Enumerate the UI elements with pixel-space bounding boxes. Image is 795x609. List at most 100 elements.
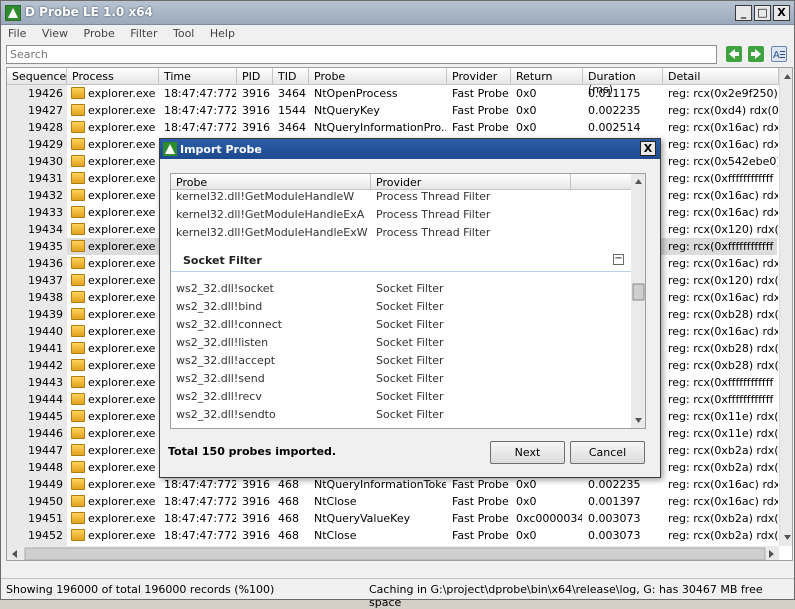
dialog-title-bar[interactable]: Import Probe X	[160, 139, 660, 159]
maximize-button[interactable]: □	[754, 5, 771, 21]
col-pid[interactable]: PID	[237, 68, 273, 85]
col-process[interactable]: Process	[67, 68, 159, 85]
col-tid[interactable]: TID	[273, 68, 309, 85]
grid-vertical-scrollbar[interactable]	[779, 68, 792, 546]
col-return[interactable]: Return	[511, 68, 583, 85]
table-row[interactable]: 19449 explorer.exe 18:47:47:772 3916 468 NtQu…	[7, 476, 778, 493]
menu-help[interactable]: Help	[203, 25, 240, 40]
back-arrow-icon[interactable]	[726, 46, 742, 62]
grid-header: Sequence Process Time PID TID Probe Prov…	[7, 68, 792, 96]
cell-tid: 468	[278, 478, 299, 491]
probe-row[interactable]: kernel32.dll!GetModuleHandleW Process Thr…	[171, 188, 631, 206]
probe-row[interactable]: ws2_32.dll!sendto Socket Filter	[171, 406, 631, 424]
probe-provider: Socket Filter	[376, 282, 444, 295]
cell-proc: explorer.exe	[71, 121, 157, 134]
probe-list[interactable]: Probe Provider kernel32.dll!GetModuleHan…	[170, 173, 646, 429]
col-time[interactable]: Time	[159, 68, 237, 85]
grid-horizontal-scrollbar[interactable]	[7, 546, 779, 560]
cell-time: 18:47:47:772	[164, 87, 236, 100]
title-bar[interactable]: D Probe LE 1.0 x64 _ □ X	[1, 1, 794, 25]
cell-proc: explorer.exe	[71, 138, 157, 151]
close-button[interactable]: X	[773, 5, 790, 21]
table-row[interactable]: 19452 explorer.exe 18:47:47:772 3916 468 NtCl…	[7, 527, 778, 544]
cell-proc: explorer.exe	[71, 87, 157, 100]
col-detail[interactable]: Detail	[663, 68, 779, 85]
col-duration[interactable]: Duration (ms)	[583, 68, 663, 96]
table-row[interactable]: 19428 explorer.exe 18:47:47:772 3916 3464 NtQ…	[7, 119, 778, 136]
folder-icon	[71, 87, 85, 99]
process-name: explorer.exe	[88, 172, 156, 185]
cell-seq: 19433	[28, 206, 63, 219]
process-name: explorer.exe	[88, 189, 156, 202]
cell-det: reg: rcx(0xb2a) rdx(0	[668, 529, 778, 542]
cell-ret: 0x0	[516, 529, 537, 542]
cell-proc: explorer.exe	[71, 393, 157, 406]
folder-icon	[71, 104, 85, 116]
cell-pid: 3916	[242, 121, 270, 134]
cell-ret: 0x0	[516, 104, 537, 117]
process-name: explorer.exe	[88, 427, 156, 440]
table-row[interactable]: 19450 explorer.exe 18:47:47:772 3916 468 NtCl…	[7, 493, 778, 510]
cell-dur: 0.001397	[588, 495, 641, 508]
menu-filter[interactable]: Filter	[123, 25, 162, 40]
status-records: Showing 196000 of total 196000 records (…	[6, 583, 275, 596]
probe-row[interactable]: ws2_32.dll!connect Socket Filter	[171, 316, 631, 334]
folder-icon	[71, 240, 85, 252]
process-name: explorer.exe	[88, 529, 156, 542]
next-button[interactable]: Next	[490, 441, 565, 464]
probe-row[interactable]: ws2_32.dll!socket Socket Filter	[171, 280, 631, 298]
search-input[interactable]	[6, 45, 717, 64]
group-header-socket-filter[interactable]: Socket Filter −	[171, 248, 631, 272]
cell-seq: 19432	[28, 189, 63, 202]
menu-probe[interactable]: Probe	[77, 25, 120, 40]
menu-view[interactable]: View	[35, 25, 73, 40]
table-row[interactable]: 19451 explorer.exe 18:47:47:772 3916 468 NtQu…	[7, 510, 778, 527]
cell-det: reg: rcx(0x11e) rdx(0	[668, 410, 778, 423]
folder-icon	[71, 274, 85, 286]
probe-list-scrollbar[interactable]	[631, 174, 645, 428]
menu-file[interactable]: File	[1, 25, 31, 40]
cancel-button[interactable]: Cancel	[570, 441, 645, 464]
probe-name: ws2_32.dll!listen	[176, 336, 269, 349]
table-row[interactable]: 19426 explorer.exe 18:47:47:772 3916 3464 NtO…	[7, 85, 778, 102]
probe-row[interactable]: ws2_32.dll!bind Socket Filter	[171, 298, 631, 316]
cell-seq: 19441	[28, 342, 63, 355]
cell-seq: 19445	[28, 410, 63, 423]
find-text-icon[interactable]: A	[771, 46, 787, 62]
probe-row[interactable]: ws2_32.dll!send Socket Filter	[171, 370, 631, 388]
menu-tool[interactable]: Tool	[166, 25, 199, 40]
dialog-close-button[interactable]: X	[640, 141, 656, 156]
cell-pid: 3916	[242, 495, 270, 508]
probe-provider: Socket Filter	[376, 408, 444, 421]
cell-det: reg: rcx(0x16ac) rdx(0	[668, 325, 778, 338]
probe-name: kernel32.dll!GetModuleHandleExW	[176, 226, 368, 239]
probe-row[interactable]: ws2_32.dll!accept Socket Filter	[171, 352, 631, 370]
cell-seq: 19436	[28, 257, 63, 270]
probe-row[interactable]: ws2_32.dll!listen Socket Filter	[171, 334, 631, 352]
col-sequence[interactable]: Sequence	[7, 68, 67, 85]
probe-row[interactable]: kernel32.dll!GetModuleHandleExW Process T…	[171, 224, 631, 242]
cell-prov: Fast Probe	[452, 495, 509, 508]
collapse-toggle-icon[interactable]: −	[613, 254, 624, 265]
col-probe[interactable]: Probe	[309, 68, 447, 85]
cell-proc: explorer.exe	[71, 206, 157, 219]
cell-det: reg: rcx(0x120) rdx(0	[668, 274, 778, 287]
cell-ret: 0xc0000034	[516, 512, 582, 525]
cell-det: reg: rcx(0xb2a) rdx(0	[668, 461, 778, 474]
dialog-logo-icon	[163, 142, 177, 156]
cell-proc: explorer.exe	[71, 444, 157, 457]
forward-arrow-icon[interactable]	[748, 46, 764, 62]
process-name: explorer.exe	[88, 495, 156, 508]
probe-row[interactable]: ws2_32.dll!recv Socket Filter	[171, 388, 631, 406]
process-name: explorer.exe	[88, 308, 156, 321]
table-row[interactable]: 19427 explorer.exe 18:47:47:772 3916 1544 NtQ…	[7, 102, 778, 119]
probe-row[interactable]: kernel32.dll!GetModuleHandleExA Process T…	[171, 206, 631, 224]
cell-pid: 3916	[242, 512, 270, 525]
probe-row[interactable]: ws2_32.dll!recvfrom Socket Filter	[171, 424, 631, 428]
cell-det: reg: rcx(0x16ac) rdx(0	[668, 189, 778, 202]
probe-provider: Socket Filter	[376, 354, 444, 367]
cell-time: 18:47:47:772	[164, 529, 236, 542]
minimize-button[interactable]: _	[735, 5, 752, 21]
col-provider[interactable]: Provider	[447, 68, 511, 85]
cell-seq: 19438	[28, 291, 63, 304]
